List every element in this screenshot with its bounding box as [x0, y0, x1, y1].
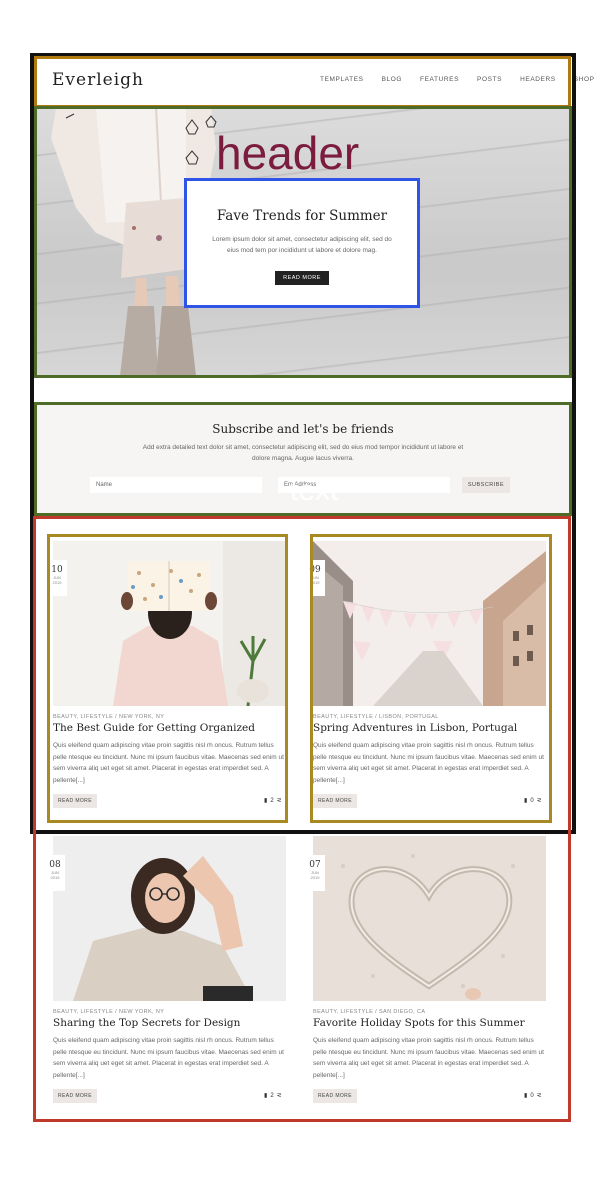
- date-year: 2019: [50, 875, 60, 880]
- post-title[interactable]: Sharing the Top Secrets for Design: [53, 1017, 240, 1029]
- comment-count: 0: [530, 1092, 534, 1099]
- share-icon[interactable]: ⪝: [537, 1092, 542, 1099]
- subscribe-title: Subscribe and let's be friends: [212, 422, 394, 436]
- nav-item-headers[interactable]: HEADERS: [520, 76, 556, 83]
- nav-item-blog[interactable]: BLOG: [382, 76, 402, 83]
- date-day: 08: [49, 860, 61, 870]
- post-footer-actions: ▮ 2 ⪝: [264, 797, 282, 805]
- text-overlay-label: text: [290, 474, 339, 507]
- date-badge: 09 JUN 2019: [305, 560, 325, 596]
- main-nav: TEMPLATES BLOG FEATURES POSTS HEADERS SH…: [320, 76, 595, 83]
- name-field[interactable]: Name: [90, 477, 262, 493]
- post-meta[interactable]: BEAUTY, LIFESTYLE / LISBON, PORTUGAL: [313, 714, 439, 720]
- date-year: 2019: [52, 580, 62, 585]
- read-more-button[interactable]: READ MORE: [53, 1089, 97, 1103]
- post-excerpt: Quis eleifend quam adipiscing vitae proi…: [313, 742, 544, 784]
- nav-item-shop[interactable]: SHOP: [574, 76, 595, 83]
- comment-icon[interactable]: ▮: [524, 797, 527, 804]
- date-badge: 08 JUN 2019: [45, 855, 65, 891]
- nav-item-posts[interactable]: POSTS: [477, 76, 502, 83]
- date-day: 09: [309, 565, 321, 575]
- share-icon[interactable]: ⪝: [537, 797, 542, 804]
- site-logo[interactable]: Everleigh: [52, 70, 144, 90]
- comment-count: 2: [270, 797, 274, 804]
- post-meta[interactable]: BEAUTY, LIFESTYLE / NEW YORK, NY: [53, 1009, 164, 1015]
- post-footer-actions: ▮ 0 ⪝: [524, 797, 542, 805]
- nav-item-templates[interactable]: TEMPLATES: [320, 76, 364, 83]
- post-excerpt: Quis eleifend quam adipiscing vitae proi…: [53, 1037, 284, 1079]
- date-day: 07: [309, 860, 321, 870]
- comment-icon[interactable]: ▮: [264, 797, 267, 804]
- read-more-button[interactable]: READ MORE: [53, 794, 97, 808]
- post-image[interactable]: [53, 836, 286, 1001]
- date-day: 10: [51, 565, 63, 575]
- share-icon[interactable]: ⪝: [277, 1092, 282, 1099]
- post-footer-actions: ▮ 0 ⪝: [524, 1092, 542, 1100]
- comment-icon[interactable]: ▮: [524, 1092, 527, 1099]
- post-meta[interactable]: BEAUTY, LIFESTYLE / SAN DIEGO, CA: [313, 1009, 425, 1015]
- read-more-button[interactable]: READ MORE: [313, 1089, 357, 1103]
- read-more-button[interactable]: READ MORE: [313, 794, 357, 808]
- post-photo-woman-glasses: [53, 836, 286, 1001]
- share-icon[interactable]: ⪝: [277, 797, 282, 804]
- comment-icon[interactable]: ▮: [264, 1092, 267, 1099]
- post-title[interactable]: Spring Adventures in Lisbon, Portugal: [313, 722, 517, 734]
- subscribe-button[interactable]: SUBSCRIBE: [462, 477, 510, 493]
- post-photo-woman-notebook: [53, 541, 286, 706]
- post-excerpt: Quis eleifend quam adipiscing vitae proi…: [53, 742, 284, 784]
- post-image[interactable]: [313, 541, 546, 706]
- post-title[interactable]: The Best Guide for Getting Organized: [53, 722, 255, 734]
- post-footer-actions: ▮ 2 ⪝: [264, 1092, 282, 1100]
- post-meta[interactable]: BEAUTY, LIFESTYLE / NEW YORK, NY: [53, 714, 164, 720]
- date-badge: 07 JUN 2019: [305, 855, 325, 891]
- post-photo-sand-heart: [313, 836, 546, 1001]
- date-year: 2019: [310, 875, 320, 880]
- comment-count: 0: [530, 797, 534, 804]
- date-year: 2019: [310, 580, 320, 585]
- post-excerpt: Quis eleifend quam adipiscing vitae proi…: [313, 1037, 544, 1079]
- nav-item-features[interactable]: FEATURES: [420, 76, 459, 83]
- subscribe-body: Add extra detailed text dolor sit amet, …: [142, 444, 464, 462]
- hero-body: Lorem ipsum dolor sit amet, consectetur …: [212, 236, 392, 254]
- post-image[interactable]: [313, 836, 546, 1001]
- comment-count: 2: [270, 1092, 274, 1099]
- hero-card: Fave Trends for Summer Lorem ipsum dolor…: [186, 180, 418, 306]
- hero-read-more-button[interactable]: READ MORE: [275, 271, 329, 285]
- header-overlay-label: header: [216, 127, 360, 179]
- post-title[interactable]: Favorite Holiday Spots for this Summer: [313, 1017, 525, 1029]
- date-badge: 10 JUN 2019: [47, 560, 67, 596]
- hero-title: Fave Trends for Summer: [216, 208, 388, 224]
- post-photo-lisbon-street: [313, 541, 546, 706]
- post-image[interactable]: [53, 541, 286, 706]
